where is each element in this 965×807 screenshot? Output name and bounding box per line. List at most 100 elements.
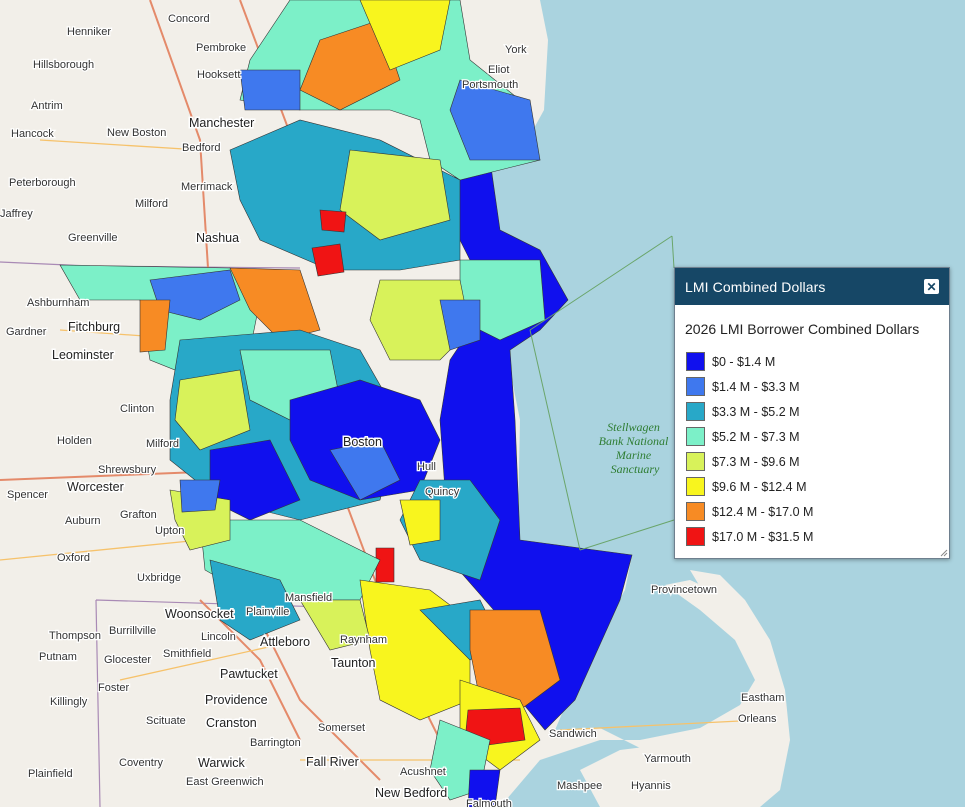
legend-swatch [686, 502, 705, 521]
legend-swatch [686, 477, 705, 496]
region-nh-blue[interactable] [239, 69, 301, 111]
region-leominster-orange[interactable] [139, 299, 171, 353]
place-label: Orleans [738, 713, 777, 725]
place-label: Spencer [7, 489, 48, 501]
place-label: Oxford [57, 552, 90, 564]
legend-item: $3.3 M - $5.2 M [686, 399, 949, 424]
place-label: Henniker [67, 26, 111, 38]
legend-label: $5.2 M - $7.3 M [712, 429, 800, 444]
close-icon[interactable]: ✕ [924, 279, 939, 294]
place-label: Eliot [488, 64, 509, 76]
place-label: Shrewsbury [98, 464, 157, 476]
place-label: Hyannis [631, 780, 671, 792]
place-label: Scituate [146, 715, 186, 727]
place-label: Pawtucket [220, 667, 278, 681]
resize-handle-icon[interactable] [939, 548, 948, 557]
place-label: Warwick [198, 756, 246, 770]
place-label: Foster [98, 682, 130, 694]
legend-item: $9.6 M - $12.4 M [686, 474, 949, 499]
legend-item: $7.3 M - $9.6 M [686, 449, 949, 474]
legend-item: $12.4 M - $17.0 M [686, 499, 949, 524]
place-label: Clinton [120, 403, 154, 415]
legend-label: $0 - $1.4 M [712, 354, 776, 369]
place-label: Peterborough [9, 177, 76, 189]
region-brockton-red[interactable] [375, 547, 395, 583]
place-label: Glocester [104, 654, 151, 666]
legend-label: $12.4 M - $17.0 M [712, 504, 814, 519]
place-label: Portsmouth [462, 79, 518, 91]
place-label: Thompson [49, 630, 101, 642]
place-label: Putnam [39, 651, 77, 663]
place-label: Boston [343, 435, 382, 449]
legend-label: $7.3 M - $9.6 M [712, 454, 800, 469]
place-label: Hull [417, 461, 436, 473]
region-lawrence-red[interactable] [319, 209, 347, 233]
place-label: Barrington [250, 737, 301, 749]
place-label: Woonsocket [165, 607, 234, 621]
place-label: Leominster [52, 348, 114, 362]
place-label: Providence [205, 693, 268, 707]
legend-item: $0 - $1.4 M [686, 349, 949, 374]
place-label: Plainville [246, 606, 289, 618]
place-label: Falmouth [466, 798, 512, 807]
place-label: Hooksett [197, 69, 240, 81]
place-label: Ashburnham [27, 297, 89, 309]
place-label: Somerset [318, 722, 365, 734]
legend-swatch [686, 527, 705, 546]
region-lowell-red[interactable] [311, 243, 345, 277]
place-label: Killingly [50, 696, 88, 708]
place-label: New Boston [107, 127, 166, 139]
place-label: Quincy [425, 486, 460, 498]
place-label: Jaffrey [0, 208, 33, 220]
legend-item: $1.4 M - $3.3 M [686, 374, 949, 399]
place-label: Coventry [119, 757, 164, 769]
legend-swatch [686, 402, 705, 421]
place-label: East Greenwich [186, 776, 264, 788]
legend-item: $17.0 M - $31.5 M [686, 524, 949, 549]
legend-label: $9.6 M - $12.4 M [712, 479, 807, 494]
place-label: Raynham [340, 634, 387, 646]
place-label: Worcester [67, 480, 124, 494]
place-label: Taunton [331, 656, 376, 670]
place-label: York [505, 44, 527, 56]
place-label: Burrillville [109, 625, 156, 637]
place-label: Fitchburg [68, 320, 120, 334]
place-label: Upton [155, 525, 184, 537]
place-label: Holden [57, 435, 92, 447]
legend-swatch [686, 427, 705, 446]
place-label: New Bedford [375, 786, 447, 800]
place-label: Attleboro [260, 635, 310, 649]
legend-label: $17.0 M - $31.5 M [712, 529, 814, 544]
legend-panel-header: LMI Combined Dollars ✕ [675, 268, 949, 305]
marine-sanctuary-label: Stellwagen Bank National Marine Sanctuar… [599, 420, 672, 476]
place-label: Pembroke [196, 42, 246, 54]
place-label: Gardner [6, 326, 47, 338]
legend-panel-title: LMI Combined Dollars [685, 278, 826, 295]
place-label: Fall River [306, 755, 359, 769]
place-label: Acushnet [400, 766, 446, 778]
place-label: Smithfield [163, 648, 211, 660]
place-label: Milford [135, 198, 168, 210]
place-label: Sandwich [549, 728, 597, 740]
place-label: Mashpee [557, 780, 602, 792]
place-label: Nashua [196, 231, 239, 245]
place-label: Antrim [31, 100, 63, 112]
place-label: Merrimack [181, 181, 233, 193]
legend-swatch [686, 377, 705, 396]
region-south-blue[interactable] [179, 479, 221, 513]
legend-swatch [686, 352, 705, 371]
place-label: Grafton [120, 509, 157, 521]
legend-panel: LMI Combined Dollars ✕ 2026 LMI Borrower… [674, 267, 950, 559]
legend-label: $3.3 M - $5.2 M [712, 404, 800, 419]
place-label: Eastham [741, 692, 784, 704]
place-label: Milford [146, 438, 179, 450]
legend-item: $5.2 M - $7.3 M [686, 424, 949, 449]
place-label: Cranston [206, 716, 257, 730]
place-label: Auburn [65, 515, 100, 527]
place-label: Manchester [189, 116, 254, 130]
place-label: Concord [168, 13, 210, 25]
place-label: Greenville [68, 232, 118, 244]
legend-list: $0 - $1.4 M $1.4 M - $3.3 M $3.3 M - $5.… [675, 349, 949, 549]
place-label: Provincetown [651, 584, 717, 596]
place-label: Mansfield [285, 592, 332, 604]
